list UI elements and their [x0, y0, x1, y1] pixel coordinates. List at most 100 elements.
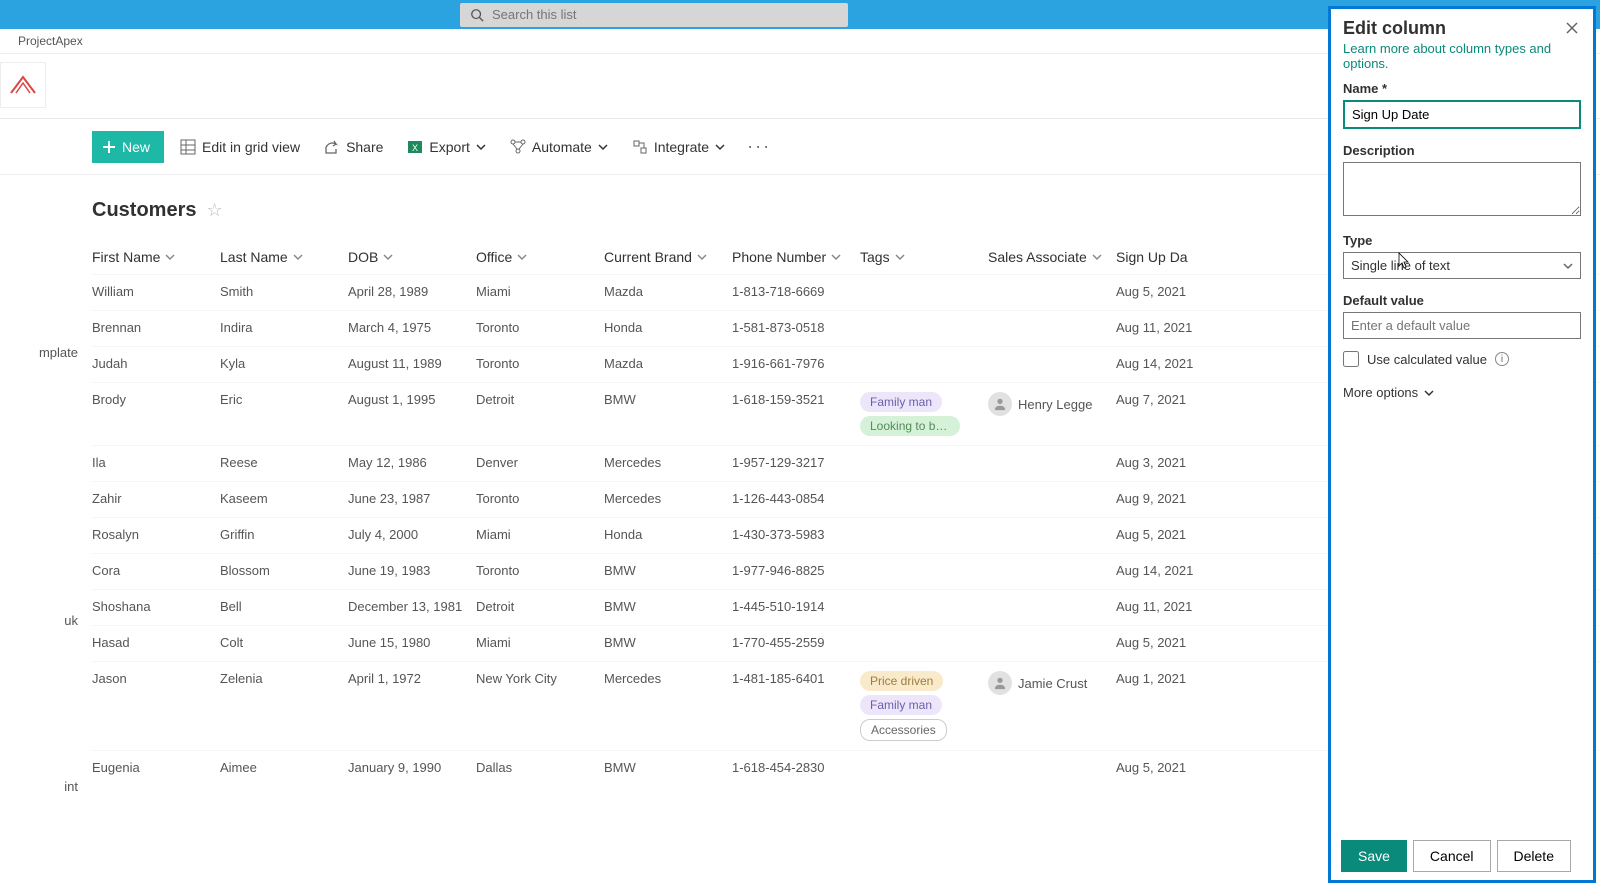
new-button[interactable]: New [92, 131, 164, 163]
cell: August 11, 1989 [348, 356, 476, 371]
tag-pill[interactable]: Family man [860, 695, 942, 715]
tag-pill[interactable]: Looking to buy s... [860, 416, 960, 436]
tag-pill[interactable]: Family man [860, 392, 942, 412]
cell: Miami [476, 527, 604, 542]
cell: 1-430-373-5983 [732, 527, 860, 542]
export-button[interactable]: Export [399, 131, 493, 163]
cell: BMW [604, 635, 732, 650]
info-icon[interactable]: i [1495, 352, 1509, 366]
default-value-input[interactable] [1343, 312, 1581, 339]
col-first-name[interactable]: First Name [92, 249, 220, 265]
associate-name: Henry Legge [1018, 397, 1092, 412]
site-logo[interactable] [0, 62, 46, 108]
name-input[interactable] [1343, 100, 1581, 129]
cell: Mercedes [604, 671, 732, 686]
cell: May 12, 1986 [348, 455, 476, 470]
associate-name: Jamie Crust [1018, 676, 1087, 691]
cell: New York City [476, 671, 604, 686]
col-tags[interactable]: Tags [860, 249, 988, 265]
description-label: Description [1343, 143, 1581, 158]
cell: Shoshana [92, 599, 220, 614]
cell: Griffin [220, 527, 348, 542]
signup-cell: Aug 11, 2021 [1116, 599, 1212, 614]
cell: Miami [476, 635, 604, 650]
cell: 1-770-455-2559 [732, 635, 860, 650]
col-last-name[interactable]: Last Name [220, 249, 348, 265]
signup-cell: Aug 5, 2021 [1116, 635, 1212, 650]
cell: BMW [604, 760, 732, 775]
cell: Eric [220, 392, 348, 407]
cell: 1-916-661-7976 [732, 356, 860, 371]
tag-pill[interactable]: Price driven [860, 671, 943, 691]
cell: Judah [92, 356, 220, 371]
tags-cell: Family man Looking to buy s... [860, 392, 988, 436]
more-options-toggle[interactable]: More options [1343, 385, 1581, 400]
integrate-button[interactable]: Integrate [624, 131, 733, 163]
delete-button[interactable]: Delete [1497, 840, 1571, 872]
cell: 1-481-185-6401 [732, 671, 860, 686]
cancel-button[interactable]: Cancel [1413, 840, 1491, 872]
cell: Dallas [476, 760, 604, 775]
chevron-down-icon [598, 142, 608, 152]
edit-grid-button[interactable]: Edit in grid view [172, 131, 308, 163]
cell: Blossom [220, 563, 348, 578]
panel-title: Edit column [1343, 18, 1446, 39]
sales-associate-cell: Henry Legge [988, 392, 1116, 416]
col-signup[interactable]: Sign Up Da [1116, 249, 1212, 265]
search-icon [470, 8, 484, 22]
signup-cell: Aug 5, 2021 [1116, 760, 1212, 775]
chevron-down-icon [895, 252, 905, 262]
automate-button[interactable]: Automate [502, 131, 616, 163]
use-calculated-checkbox[interactable] [1343, 351, 1359, 367]
share-button[interactable]: Share [316, 131, 391, 163]
col-phone[interactable]: Phone Number [732, 249, 860, 265]
cell: Denver [476, 455, 604, 470]
signup-cell: Aug 5, 2021 [1116, 284, 1212, 299]
sales-associate-cell: Jamie Crust [988, 671, 1116, 695]
cell: Reese [220, 455, 348, 470]
signup-cell: Aug 1, 2021 [1116, 671, 1212, 686]
cell: Honda [604, 320, 732, 335]
cell: Brennan [92, 320, 220, 335]
description-input[interactable] [1343, 162, 1581, 216]
cell: BMW [604, 599, 732, 614]
col-office[interactable]: Office [476, 249, 604, 265]
favorite-star-icon[interactable]: ☆ [206, 200, 222, 221]
cell: Zahir [92, 491, 220, 506]
cell: Mazda [604, 356, 732, 371]
chevron-down-icon [1424, 388, 1434, 398]
search-input-wrap[interactable] [460, 3, 848, 27]
cell: Eugenia [92, 760, 220, 775]
cell: Kaseem [220, 491, 348, 506]
col-brand[interactable]: Current Brand [604, 249, 732, 265]
cell: 1-957-129-3217 [732, 455, 860, 470]
cell: Toronto [476, 563, 604, 578]
name-label: Name * [1343, 81, 1581, 96]
cell: Brody [92, 392, 220, 407]
tags-cell: Price driven Family man Accessories [860, 671, 988, 741]
col-sales-associate[interactable]: Sales Associate [988, 249, 1116, 265]
cell: Jason [92, 671, 220, 686]
cell: 1-813-718-6669 [732, 284, 860, 299]
cell: Kyla [220, 356, 348, 371]
tag-pill[interactable]: Accessories [860, 719, 947, 741]
learn-more-link[interactable]: Learn more about column types and option… [1331, 41, 1593, 81]
col-dob[interactable]: DOB [348, 249, 476, 265]
cell: Cora [92, 563, 220, 578]
signup-cell: Aug 3, 2021 [1116, 455, 1212, 470]
cell: 1-126-443-0854 [732, 491, 860, 506]
signup-cell: Aug 11, 2021 [1116, 320, 1212, 335]
cell: Toronto [476, 491, 604, 506]
cell: Hasad [92, 635, 220, 650]
cell: Aimee [220, 760, 348, 775]
breadcrumb-site[interactable]: ProjectApex [18, 34, 83, 48]
chevron-down-icon [293, 252, 303, 262]
type-select[interactable]: Single line of text [1343, 252, 1581, 279]
close-panel-button[interactable] [1561, 17, 1583, 39]
chevron-down-icon [1092, 252, 1102, 262]
signup-cell: Aug 7, 2021 [1116, 392, 1212, 407]
more-commands-button[interactable]: ··· [741, 136, 777, 157]
search-input[interactable] [492, 7, 838, 22]
save-button[interactable]: Save [1341, 840, 1407, 872]
close-icon [1565, 21, 1579, 35]
